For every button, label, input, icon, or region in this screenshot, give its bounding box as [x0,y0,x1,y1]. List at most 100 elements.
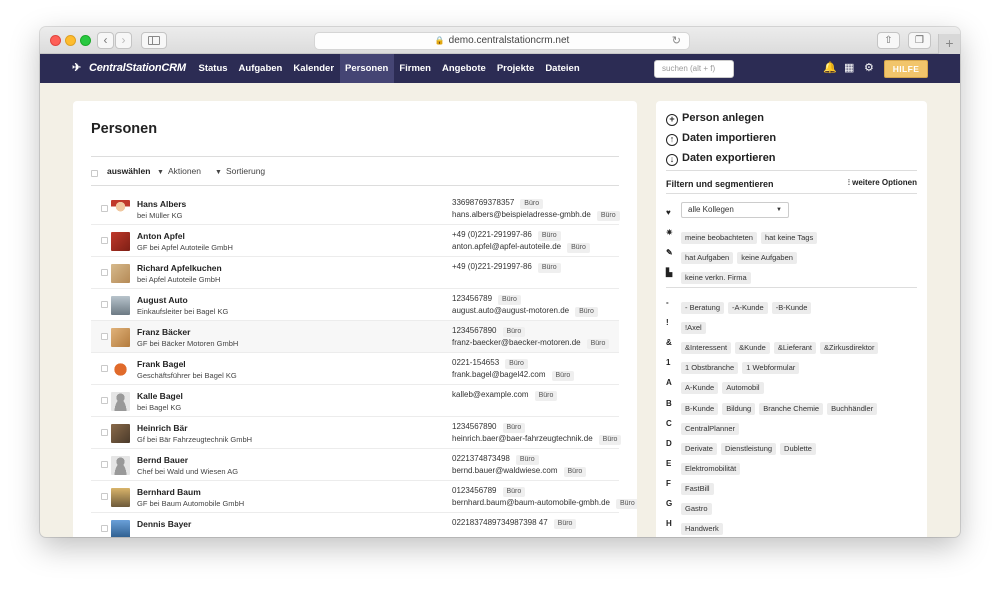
nav-item-aufgaben[interactable]: Aufgaben [233,54,288,83]
tag-filter[interactable]: Elektromobilität [681,462,741,475]
help-button[interactable]: HILFE [884,60,928,78]
table-row[interactable]: Frank Bagel Geschäftsführer bei Bagel KG 0… [91,353,619,385]
new-tab-icon[interactable]: + [938,34,960,54]
table-row[interactable]: Bernd Bauer Chef bei Wald und Wiesen AG 02… [91,449,619,481]
tag-filter[interactable]: Handwerk [681,523,723,536]
tag-filter[interactable]: -B-Kunde [771,302,812,314]
tag-filter[interactable]: &Zirkusdirektor [820,342,879,355]
tag-filter[interactable]: Gastro [681,503,712,515]
table-row[interactable]: Dennis Bayer 0221837489734987398 47 Büro [91,513,619,537]
tag-filter[interactable]: Dienstleistung [720,442,777,455]
tag-filter[interactable]: Branche Chemie [759,402,824,415]
table-row[interactable]: Richard Apfelkuchen bei Apfel Autoteile G… [91,257,619,289]
row-checkbox[interactable] [101,269,108,276]
company-link[interactable]: Apfel Autoteile GmbH [161,243,233,252]
filter-tag[interactable]: meine beobachteten [681,232,757,244]
phone-number[interactable]: 0221837489734987398 47 Büro [452,518,577,529]
filter-tag[interactable]: keine verkn. Firma [681,272,751,284]
add-person-button[interactable]: + Person anlegen [666,112,764,126]
sidebar-toggle-icon[interactable] [141,32,167,49]
phone-number[interactable]: +49 (0)221-291997-86 Büro [452,230,561,241]
phone-number[interactable]: 0221374873498 Büro [452,454,539,465]
tag-filter[interactable]: &Kunde [735,342,770,355]
email-address[interactable]: heinrich.baer@baer-fahrzeugtechnik.de Bür… [452,434,622,445]
tag-filter[interactable]: - Beratung [681,302,725,314]
app-logo[interactable]: ✈ CentralStationCRM [72,54,186,83]
nav-item-personen[interactable]: Personen [339,54,394,83]
search-input[interactable]: suchen (alt + f) [654,60,734,78]
email-address[interactable]: hans.albers@beispieladresse-gmbh.de Büro [452,210,620,221]
company-link[interactable]: Müller KG [149,211,182,220]
share-icon[interactable]: ⇧ [877,32,900,49]
table-row[interactable]: Franz Bäcker GF bei Bäcker Motoren GmbH 12… [91,321,619,353]
phone-number[interactable]: 33698769378357 Büro [452,198,544,209]
email-address[interactable]: anton.apfel@apfel-autoteile.de Büro [452,242,590,253]
import-data-button[interactable]: ↑ Daten importieren [666,132,776,146]
tag-filter[interactable]: Derivate [681,442,717,455]
tag-filter[interactable]: 1 Obstbranche [681,362,739,375]
filter-tag[interactable]: hat Aufgaben [681,252,734,264]
tag-filter[interactable]: 1 Webformular [742,362,800,375]
reload-icon[interactable]: ↻ [672,33,681,49]
email-address[interactable]: august.auto@august-motoren.de Büro [452,306,598,317]
back-icon[interactable]: ‹ [97,32,114,49]
address-bar[interactable]: 🔒 demo.centralstationcrm.net ↻ [314,32,690,50]
row-checkbox[interactable] [101,301,108,308]
tag-filter[interactable]: Bildung [722,402,756,415]
person-name[interactable]: Anton Apfel [137,231,185,241]
forward-icon[interactable]: › [115,32,132,49]
nav-item-projekte[interactable]: Projekte [491,54,540,83]
email-address[interactable]: franz-baecker@baecker-motoren.de Büro [452,338,610,349]
sort-dropdown[interactable]: ▼ Sortierung [215,165,265,179]
person-name[interactable]: Franz Bäcker [137,327,190,337]
nav-item-firmen[interactable]: Firmen [394,54,437,83]
tag-filter[interactable]: !Axel [681,322,706,335]
person-name[interactable]: Bernhard Baum [137,487,201,497]
row-checkbox[interactable] [101,429,108,436]
phone-number[interactable]: 1234567890 Büro [452,326,526,337]
phone-number[interactable]: 0221-154653 Büro [452,358,528,369]
tabs-overview-icon[interactable]: ❐ [908,32,931,49]
row-checkbox[interactable] [101,365,108,372]
person-name[interactable]: Hans Albers [137,199,186,209]
more-options-link[interactable]: ⫶ weitere Optionen [848,178,917,188]
tag-filter[interactable]: &Lieferant [773,342,817,355]
person-name[interactable]: Richard Apfelkuchen [137,263,222,273]
nav-item-status[interactable]: Status [193,54,233,83]
row-checkbox[interactable] [101,461,108,468]
company-link[interactable]: Bäcker Motoren GmbH [162,339,239,348]
person-name[interactable]: August Auto [137,295,188,305]
tag-filter[interactable]: Automobil [722,382,764,395]
row-checkbox[interactable] [101,525,108,532]
tag-filter[interactable]: &Interessent [681,342,732,355]
company-link[interactable]: Baum Automobile GmbH [162,499,245,508]
close-window-button[interactable] [50,35,61,46]
minimize-window-button[interactable] [65,35,76,46]
phone-number[interactable]: 1234567890 Büro [452,422,526,433]
company-link[interactable]: Bagel KG [149,403,181,412]
row-checkbox[interactable] [101,333,108,340]
email-address[interactable]: bernhard.baum@baum-automobile-gmbh.de Bür… [452,498,637,509]
tag-filter[interactable]: FastBill [681,482,714,495]
email-address[interactable]: kalleb@example.com Büro [452,390,558,401]
actions-dropdown[interactable]: ▼ Aktionen [157,165,201,179]
filter-tag[interactable]: keine Aufgaben [737,252,797,264]
phone-number[interactable]: +49 (0)221-291997-86 Büro [452,262,561,273]
table-row[interactable]: Heinrich Bär Gf bei Bär Fahrzeugtechnik G… [91,417,622,449]
phone-number[interactable]: 123456789 Büro [452,294,521,305]
company-link[interactable]: Apfel Autoteile GmbH [149,275,221,284]
person-name[interactable]: Bernd Bauer [137,455,188,465]
tag-filter[interactable]: B-Kunde [681,402,719,415]
table-row[interactable]: Kalle Bagel bei Bagel KG kalleb@example.co… [91,385,619,417]
table-icon[interactable]: ▦ [844,62,854,74]
person-name[interactable]: Kalle Bagel [137,391,183,401]
tag-filter[interactable]: Dublette [780,442,816,455]
person-name[interactable]: Dennis Bayer [137,519,191,529]
filter-tag[interactable]: hat keine Tags [760,232,818,244]
table-row[interactable]: Bernhard Baum GF bei Baum Automobile GmbH… [91,481,637,513]
row-checkbox[interactable] [101,397,108,404]
company-link[interactable]: Wald und Wiesen AG [167,467,238,476]
nav-item-kalender[interactable]: Kalender [288,54,340,83]
company-link[interactable]: Bär Fahrzeugtechnik GmbH [159,435,252,444]
export-data-button[interactable]: ↓ Daten exportieren [666,152,776,166]
